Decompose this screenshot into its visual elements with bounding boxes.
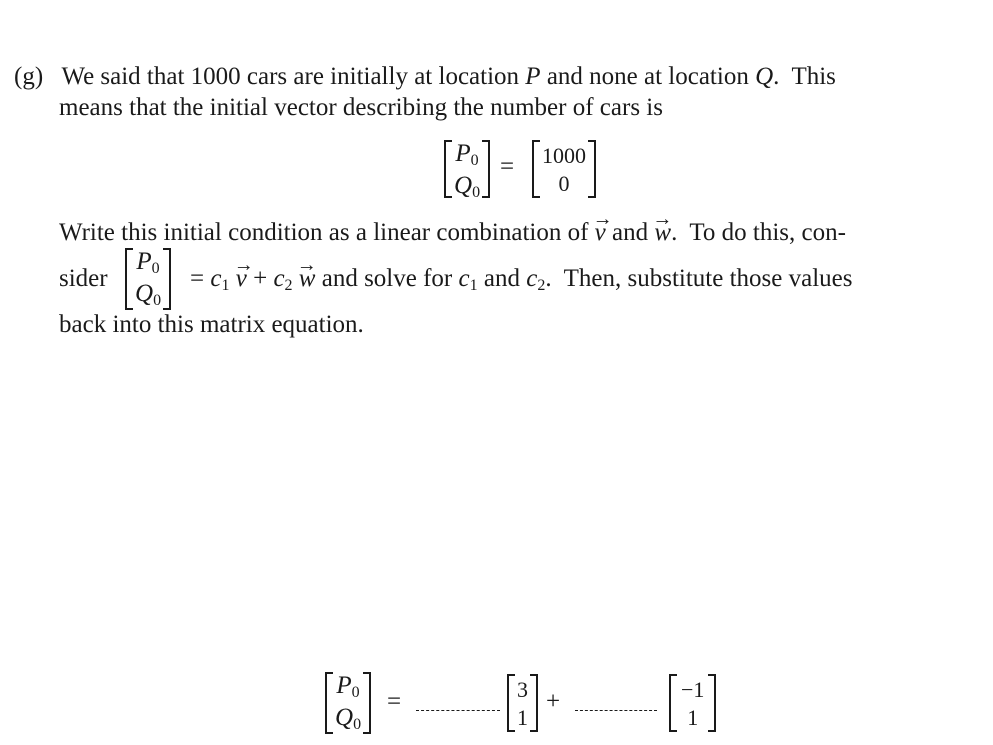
text: sider bbox=[59, 265, 108, 292]
text: means that the initial vector describing… bbox=[59, 94, 663, 121]
blank-c2[interactable] bbox=[575, 710, 657, 711]
problem-text-line-5: back into this matrix equation. bbox=[59, 310, 364, 340]
entry-p: P bbox=[336, 672, 352, 699]
coef-c2: c bbox=[273, 265, 285, 292]
coef-c1: c bbox=[210, 265, 222, 292]
arrow-icon: → bbox=[592, 208, 613, 230]
problem-text-line-3: Write this initial condition as a linear… bbox=[59, 208, 846, 248]
vector-initial-values: 1000 0 bbox=[532, 140, 596, 198]
answer-vector-p0-q0: P0 Q0 bbox=[325, 672, 372, 734]
text: and none at location bbox=[540, 63, 756, 90]
subscript: 0 bbox=[472, 184, 481, 201]
plus-sign: + bbox=[253, 265, 268, 292]
subscript: 1 bbox=[469, 277, 478, 294]
coef-c1: c bbox=[458, 265, 470, 292]
vector-w-values: −1 1 bbox=[669, 674, 717, 732]
arrow-icon: → bbox=[233, 254, 254, 276]
entry-0: 0 bbox=[558, 170, 570, 196]
entry-1: 1 bbox=[687, 704, 699, 730]
subscript: 1 bbox=[221, 277, 230, 294]
vector-v-symbol: → v bbox=[593, 208, 613, 248]
vector-v-symbol: → v bbox=[234, 254, 254, 294]
equals-sign: = bbox=[500, 153, 515, 180]
entry-neg1: −1 bbox=[681, 676, 705, 702]
text: . To do this, con- bbox=[671, 219, 846, 246]
entry-p: P bbox=[455, 140, 471, 167]
subscript: 0 bbox=[353, 716, 362, 733]
entry-p: P bbox=[136, 248, 152, 275]
coef-c2: c bbox=[526, 265, 538, 292]
problem-text-line-4-start: sider bbox=[59, 264, 108, 294]
vector-p0-q0-inline: P0 Q0 bbox=[125, 248, 172, 310]
problem-text-line-2: means that the initial vector describing… bbox=[59, 93, 663, 123]
problem-text-line-1: (g) We said that 1000 cars are initially… bbox=[14, 62, 836, 92]
entry-q: Q bbox=[135, 280, 154, 307]
var-q: Q bbox=[755, 63, 774, 90]
entry-3: 3 bbox=[517, 676, 528, 702]
vector-w-symbol: → w bbox=[652, 208, 672, 248]
problem-label: (g) bbox=[14, 63, 44, 90]
subscript: 2 bbox=[284, 277, 293, 294]
text: and solve for bbox=[315, 265, 459, 292]
subscript: 0 bbox=[151, 260, 160, 277]
blank-c1[interactable] bbox=[416, 710, 500, 711]
plus-sign: + bbox=[546, 688, 561, 715]
arrow-icon: → bbox=[652, 208, 673, 230]
problem-text-line-4: = c1 → v + c2 → w and solve for c1 and c2.… bbox=[190, 254, 853, 301]
subscript: 0 bbox=[153, 292, 162, 309]
entry-q: Q bbox=[335, 704, 354, 731]
var-p: P bbox=[525, 63, 541, 90]
entry-q: Q bbox=[454, 172, 473, 199]
vector-v-values: 3 1 bbox=[507, 674, 538, 732]
subscript: 0 bbox=[470, 152, 479, 169]
entry-1000: 1000 bbox=[542, 142, 586, 168]
text: Write this initial condition as a linear… bbox=[59, 219, 595, 246]
text: and bbox=[477, 265, 527, 292]
subscript: 0 bbox=[351, 684, 360, 701]
vector-p0-q0: P0 Q0 bbox=[444, 140, 491, 201]
arrow-icon: → bbox=[296, 254, 317, 276]
text: We said that 1000 cars are initially at … bbox=[61, 63, 526, 90]
text: and bbox=[605, 219, 655, 246]
text: . This bbox=[773, 63, 836, 90]
text: . Then, substitute those values bbox=[545, 265, 853, 292]
entry-1: 1 bbox=[517, 704, 528, 730]
equals-sign: = bbox=[190, 265, 205, 292]
text: back into this matrix equation. bbox=[59, 311, 364, 338]
equals-sign: = bbox=[387, 688, 402, 715]
vector-w-symbol: → w bbox=[297, 254, 317, 294]
